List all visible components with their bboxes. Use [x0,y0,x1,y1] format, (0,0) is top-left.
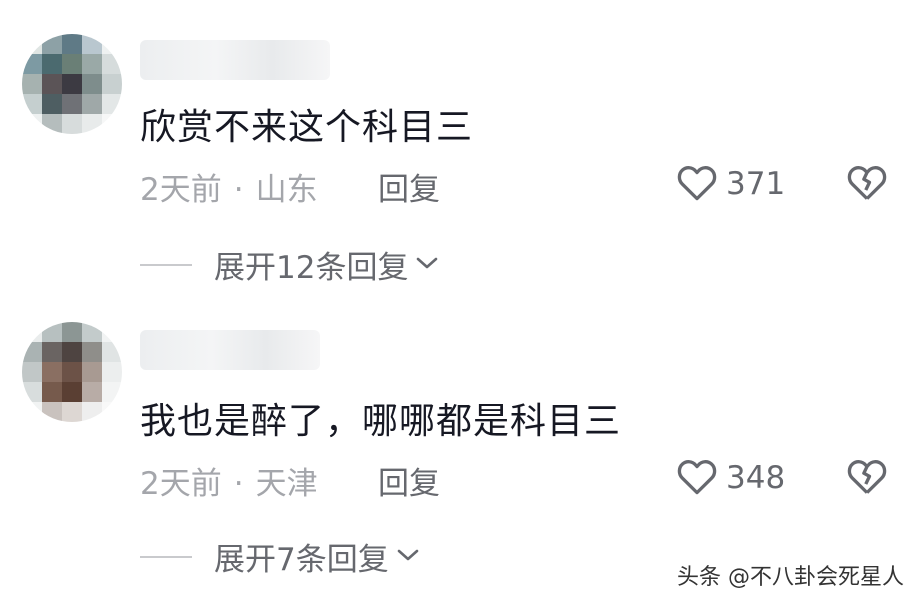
expand-replies-label: 展开12条回复 [214,250,409,286]
like-button[interactable]: 371 [676,162,785,206]
like-button[interactable]: 348 [676,456,785,500]
heart-outline-icon [676,456,718,500]
chevron-down-icon [408,254,440,276]
dislike-button[interactable] [846,456,888,500]
username-blurred[interactable] [140,40,330,80]
comment-meta: 2天前 · 山东 [140,164,318,209]
comment-text: 欣赏不来这个科目三 [140,107,474,148]
watermark: 头条 @不八卦会死星人 [677,565,904,590]
expand-replies[interactable]: 展开7条回复 [140,534,421,579]
divider-line [140,263,192,266]
heart-outline-icon [676,162,718,206]
reply-button[interactable]: 回复 [378,164,440,209]
like-count: 348 [726,460,786,496]
comment-time: 2天前 [140,466,222,502]
reply-button[interactable]: 回复 [378,458,440,503]
expand-replies[interactable]: 展开12条回复 [140,242,440,287]
dislike-button[interactable] [846,162,888,206]
comment-text: 我也是醉了，哪哪都是科目三 [140,401,622,442]
broken-heart-icon [846,166,888,206]
meta-separator: · [233,172,244,208]
meta-separator: · [233,466,244,502]
comment-time: 2天前 [140,172,222,208]
broken-heart-icon [846,460,888,500]
like-count: 371 [726,166,786,202]
username-blurred[interactable] [140,330,320,370]
avatar[interactable] [22,322,122,422]
comment-meta: 2天前 · 天津 [140,458,318,503]
chevron-down-icon [389,546,421,568]
expand-replies-label: 展开7条回复 [214,542,389,578]
comment-location: 山东 [255,172,318,208]
comment-location: 天津 [255,466,318,502]
divider-line [140,555,192,558]
avatar[interactable] [22,34,122,134]
